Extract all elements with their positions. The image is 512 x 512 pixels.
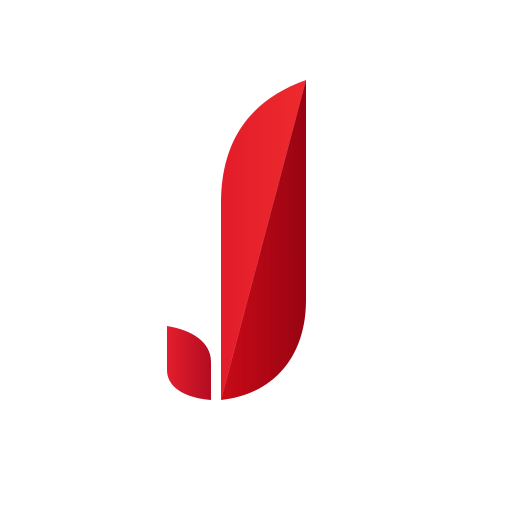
j-hook-tip-shape bbox=[167, 326, 211, 400]
letter-j-logo-icon bbox=[167, 80, 306, 400]
logo-canvas bbox=[0, 0, 512, 512]
